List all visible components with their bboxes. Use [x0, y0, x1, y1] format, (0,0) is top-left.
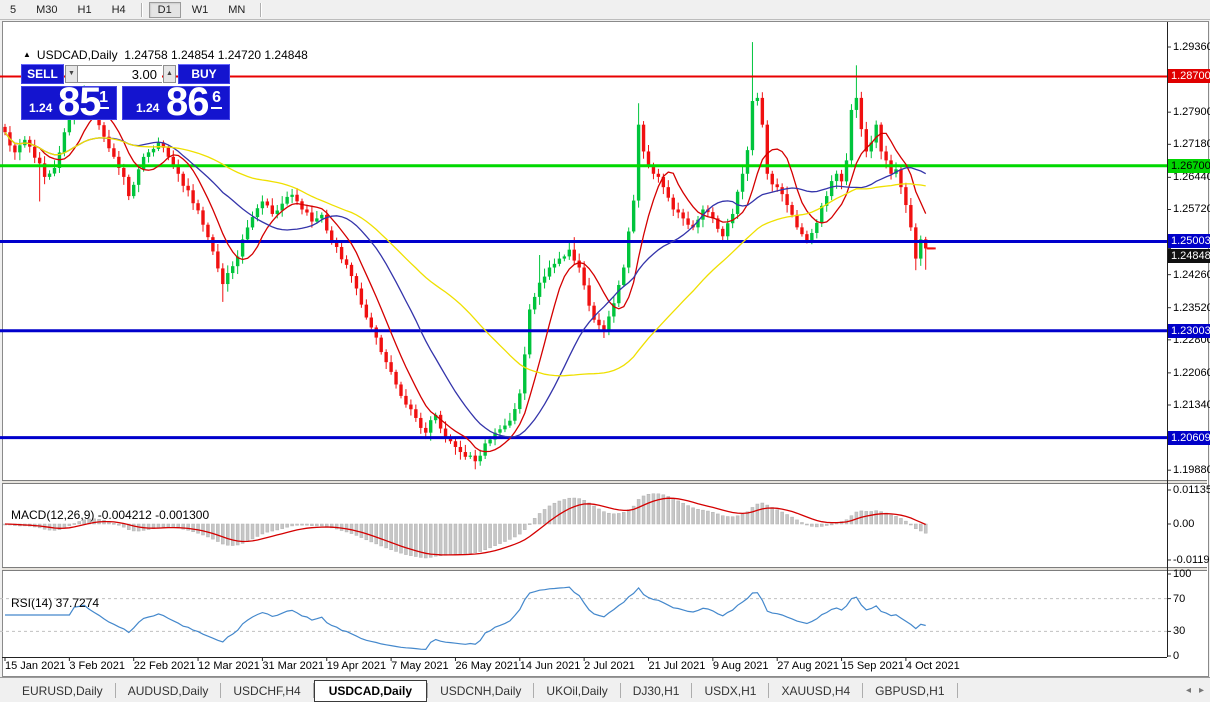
- price-axis-tick: 1.24260: [1173, 268, 1210, 281]
- chart-window[interactable]: ▲ USDCAD,Daily 1.24758 1.24854 1.24720 1.…: [2, 21, 1209, 677]
- sell-price-pip: 1: [98, 89, 109, 109]
- tab-USDCNH-Daily[interactable]: USDCNH,Daily: [428, 681, 533, 701]
- date-axis-label: 2 Jul 2021: [584, 660, 635, 672]
- tab-USDCHF-H4[interactable]: USDCHF,H4: [221, 681, 312, 701]
- date-axis-label: 26 May 2021: [455, 660, 520, 672]
- timeframe-button-M30[interactable]: M30: [27, 2, 66, 18]
- chart-title-ohlc: 1.24758 1.24854 1.24720 1.24848: [124, 48, 308, 62]
- buy-price-pip: 6: [211, 89, 222, 109]
- tab-USDX-H1[interactable]: USDX,H1: [692, 681, 768, 701]
- date-axis-label: 3 Feb 2021: [69, 660, 125, 672]
- timeframe-button-H4[interactable]: H4: [103, 2, 135, 18]
- buy-price-prefix: 1.24: [136, 101, 160, 115]
- chart-title: ▲ USDCAD,Daily 1.24758 1.24854 1.24720 1.…: [23, 48, 308, 62]
- date-axis-label: 7 May 2021: [391, 660, 449, 672]
- date-axis-label: 21 Jul 2021: [648, 660, 706, 672]
- timeframe-button-H1[interactable]: H1: [69, 2, 101, 18]
- tab-scroll-right-icon[interactable]: ▸: [1199, 685, 1204, 696]
- price-axis-tick: 1.19880: [1173, 464, 1210, 477]
- sell-price-big: 85: [58, 80, 101, 124]
- price-axis-tick: 1.22060: [1173, 366, 1210, 379]
- date-axis-label: 9 Aug 2021: [712, 660, 769, 672]
- timeframe-button-5[interactable]: 5: [1, 2, 25, 18]
- date-axis-label: 4 Oct 2021: [905, 660, 960, 672]
- symbol-collapse-icon[interactable]: ▲: [23, 50, 31, 59]
- rsi-axis-label: 100: [1173, 568, 1192, 580]
- tab-EURUSD-Daily[interactable]: EURUSD,Daily: [10, 681, 115, 701]
- price-axis-badge-1.20609: 1.20609: [1168, 430, 1210, 445]
- date-axis-label: 14 Jun 2021: [519, 660, 581, 672]
- tab-UKOil-Daily[interactable]: UKOil,Daily: [534, 681, 619, 701]
- date-axis-label: 15 Jan 2021: [5, 660, 66, 672]
- macd-indicator-label: MACD(12,26,9) -0.004212 -0.001300: [11, 508, 210, 522]
- timeframe-button-W1[interactable]: W1: [183, 2, 218, 18]
- price-axis-badge-1.25003: 1.25003: [1168, 234, 1210, 249]
- price-axis-tick: 1.27900: [1173, 106, 1210, 119]
- chart-title-symbol: USDCAD,Daily: [36, 48, 118, 62]
- tab-USDCAD-Daily[interactable]: USDCAD,Daily: [313, 679, 428, 702]
- macd-axis-label: 0.01135: [1173, 484, 1210, 496]
- toolbar-separator: [260, 2, 263, 17]
- price-axis-badge-1.26700: 1.26700: [1168, 158, 1210, 173]
- date-axis-label: 12 Mar 2021: [198, 660, 260, 672]
- price-axis-tick: 1.23520: [1173, 301, 1210, 314]
- price-axis-badge-1.28700: 1.28700: [1168, 69, 1210, 84]
- price-axis-tick: 1.27180: [1173, 138, 1210, 151]
- price-axis-tick: 1.25720: [1173, 203, 1210, 216]
- date-axis-label: 27 Aug 2021: [777, 660, 839, 672]
- tab-GBPUSD-H1[interactable]: GBPUSD,H1: [863, 681, 956, 701]
- date-axis-label: 15 Sep 2021: [841, 660, 904, 672]
- rsi-axis-label: 70: [1173, 592, 1186, 605]
- price-axis-badge-1.23003: 1.23003: [1168, 323, 1210, 338]
- tab-scroll-left-icon[interactable]: ◂: [1186, 685, 1191, 696]
- buy-price-display[interactable]: 1.24 86 6: [122, 80, 230, 124]
- tab-separator: [956, 683, 958, 698]
- sell-price-display[interactable]: 1.24 85 1: [21, 80, 117, 124]
- tab-DJ30-H1[interactable]: DJ30,H1: [621, 681, 692, 701]
- mt4-window: 5 M30 H1 H4 D1 W1 MN ▲ USDCAD,Daily 1.24758 1.2…: [0, 0, 1210, 702]
- toolbar-separator: [140, 2, 143, 17]
- buy-price-big: 86: [166, 80, 209, 124]
- sell-price-prefix: 1.24: [29, 101, 53, 115]
- price-axis-tick: 1.29360: [1173, 41, 1210, 53]
- price-axis-tick: 1.21340: [1173, 399, 1210, 411]
- price-axis-tick: 1.26440: [1173, 171, 1210, 184]
- date-axis-label: 19 Apr 2021: [326, 660, 387, 672]
- one-click-trading-panel: SELL ▼ ▲ BUY 1.24 85 1 1.24 86 6: [21, 64, 231, 124]
- rsi-axis-label: 0: [1173, 650, 1180, 662]
- timeframe-button-D1[interactable]: D1: [148, 1, 181, 18]
- tab-AUDUSD-Daily[interactable]: AUDUSD,Daily: [116, 681, 221, 701]
- date-axis-label: 31 Mar 2021: [262, 660, 325, 672]
- timeframe-toolbar: 5 M30 H1 H4 D1 W1 MN: [0, 0, 1210, 20]
- timeframe-button-MN[interactable]: MN: [219, 2, 254, 18]
- rsi-indicator-label: RSI(14) 37.7274: [11, 596, 100, 610]
- macd-axis-label: -0.011904: [1173, 554, 1210, 566]
- macd-axis-label: 0.00: [1173, 518, 1195, 530]
- tab-XAUUSD-H4[interactable]: XAUUSD,H4: [769, 681, 862, 701]
- rsi-axis-label: 30: [1173, 625, 1186, 638]
- chart-tab-bar: EURUSD,Daily AUDUSD,Daily USDCHF,H4 USDCAD,…: [0, 677, 1210, 702]
- price-axis-badge-1.24848: 1.24848: [1168, 249, 1210, 264]
- date-axis-label: 22 Feb 2021: [133, 660, 196, 672]
